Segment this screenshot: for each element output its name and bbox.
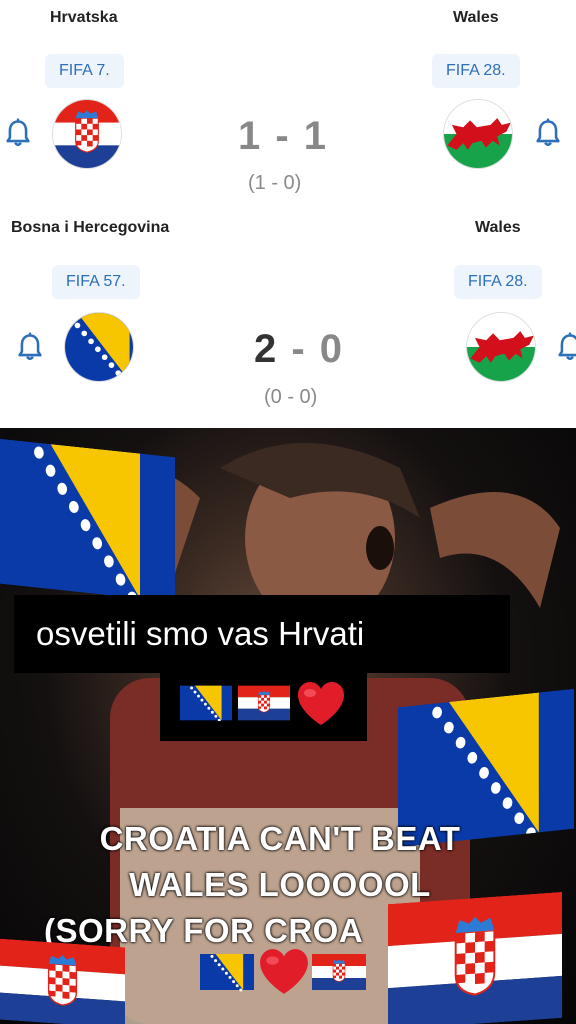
bell-icon[interactable] <box>534 118 562 148</box>
croatia-flag-emoji <box>238 685 290 721</box>
bosnia-flag-icon <box>65 313 133 381</box>
home-team-name: Hrvatska <box>50 9 118 26</box>
banner-line-2: WALES LOOOOOL <box>129 866 431 903</box>
banner-line-1: CROATIA CAN'T BEAT <box>99 820 461 857</box>
wales-flag-icon <box>444 100 512 168</box>
away-fifa-rank: FIFA 28. <box>454 265 542 299</box>
home-team-name: Bosna i Hercegovina <box>11 219 170 236</box>
bosnia-flag-emoji <box>0 439 175 602</box>
away-fifa-rank: FIFA 28. <box>432 54 520 88</box>
heart-emoji <box>296 681 346 727</box>
caption-text: osvetili smo vas Hrvati <box>36 615 365 652</box>
caption-emoji-row <box>160 673 367 741</box>
scores-panel: Hrvatska Wales FIFA 7. FIFA 28. 1 - 1 (1… <box>0 0 576 428</box>
halftime-score: (1 - 0) <box>248 172 302 194</box>
heart-emoji <box>258 948 310 996</box>
croatia-flag-icon <box>53 100 121 168</box>
away-team-name: Wales <box>475 219 521 236</box>
bell-icon[interactable] <box>556 332 576 362</box>
home-fifa-rank: FIFA 57. <box>52 265 140 299</box>
wales-flag-icon <box>467 313 535 381</box>
home-fifa-rank: FIFA 7. <box>45 54 124 88</box>
halftime-score: (0 - 0) <box>264 386 318 408</box>
match-score: 2 - 0 <box>254 327 344 372</box>
video-frame[interactable]: osvetili smo vas Hrvati CROATIA CAN'T BE… <box>0 428 576 1024</box>
bell-icon[interactable] <box>16 332 44 362</box>
bosnia-flag-emoji <box>180 685 232 721</box>
croatia-flag-emoji <box>388 892 562 1024</box>
match-score: 1 - 1 <box>238 114 329 158</box>
caption-box: osvetili smo vas Hrvati <box>14 595 510 673</box>
croatia-flag-emoji <box>0 939 125 1024</box>
home-goals: 2 <box>254 327 279 371</box>
bell-icon[interactable] <box>4 118 32 148</box>
croatia-flag-emoji <box>312 952 366 992</box>
bosnia-flag-emoji <box>200 952 254 992</box>
away-team-name: Wales <box>453 9 499 26</box>
score-separator: - 0 <box>278 327 345 371</box>
